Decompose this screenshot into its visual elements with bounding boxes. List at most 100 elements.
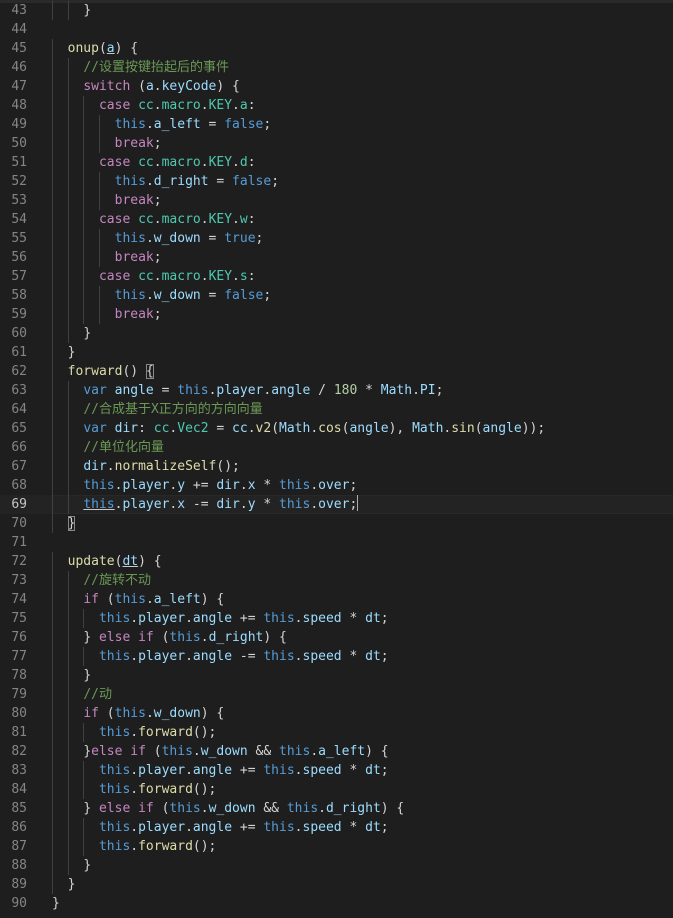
code-line[interactable]: 81 this.forward();	[0, 723, 673, 742]
code-line[interactable]: 44	[0, 20, 673, 39]
code-token: +=	[232, 820, 264, 835]
code-token: cc	[138, 98, 154, 113]
code-line[interactable]: 80 if (this.w_down) {	[0, 704, 673, 723]
code-line[interactable]: 85} else if (this.w_down && this.d_right…	[0, 799, 673, 818]
code-token: }	[83, 3, 92, 18]
code-line[interactable]: 68 this.player.y += dir.x * this.over;	[0, 476, 673, 495]
code-line[interactable]: 66 //单位化向量	[0, 438, 673, 457]
code-line[interactable]: 46 //设置按键抬起后的事件	[0, 58, 673, 77]
code-token: break	[114, 250, 154, 265]
indent-guide	[52, 343, 53, 362]
code-text: onup(a) {	[68, 39, 138, 58]
code-line[interactable]: 87 this.forward();	[0, 837, 673, 856]
line-number: 73	[11, 573, 27, 588]
code-line[interactable]: 72 update(dt) {	[0, 552, 673, 571]
code-line[interactable]: 58 this.w_down = false;	[0, 286, 673, 305]
indent-guide	[67, 742, 69, 761]
indent-guide	[52, 875, 53, 894]
code-token: case	[98, 155, 131, 170]
code-line[interactable]: 56 break;	[0, 248, 673, 267]
code-token: over	[318, 497, 350, 512]
indent-guide	[67, 476, 69, 495]
code-line[interactable]: 50 break;	[0, 134, 673, 153]
code-line[interactable]: 90}	[0, 894, 673, 913]
code-line[interactable]: 53 break;	[0, 191, 673, 210]
indent-guide	[67, 400, 69, 419]
code-line[interactable]: 71	[0, 533, 673, 552]
code-line[interactable]: 89}	[0, 875, 673, 894]
code-line[interactable]: 70}	[0, 514, 673, 533]
code-line[interactable]: 43}	[0, 1, 673, 20]
code-text: this.player.angle += this.speed * dt;	[99, 609, 389, 628]
code-line[interactable]: 88}	[0, 856, 673, 875]
code-line[interactable]: 60}	[0, 324, 673, 343]
code-text: case cc.macro.KEY.d:	[99, 153, 256, 172]
line-number: 55	[11, 231, 27, 246]
indent-guide	[52, 115, 53, 134]
code-token: else	[91, 744, 123, 759]
code-token: if	[83, 592, 99, 607]
code-line[interactable]: 55 this.w_down = true;	[0, 229, 673, 248]
code-line[interactable]: 62 forward() {	[0, 362, 673, 381]
code-text: }	[83, 324, 91, 343]
code-line[interactable]: 49 this.a_left = false;	[0, 115, 673, 134]
code-line[interactable]: 79 //动	[0, 685, 673, 704]
code-editor[interactable]: 43} 44 45 onup(a) {46//设置按键抬起后的事件 47 switch (…	[0, 0, 673, 918]
code-token: dir	[83, 459, 107, 474]
code-token: angle	[349, 421, 389, 436]
code-line[interactable]: 86 this.player.angle += this.speed * dt;	[0, 818, 673, 837]
code-token: this	[114, 174, 146, 189]
code-line[interactable]: 75 this.player.angle += this.speed * dt;	[0, 609, 673, 628]
code-line[interactable]: 64 //合成基于X正方向的方向向量	[0, 400, 673, 419]
code-line[interactable]: 69 this.player.x -= dir.y * this.over;	[0, 495, 673, 514]
indent-guide	[83, 647, 85, 666]
indent-guide	[67, 115, 69, 134]
code-text: this.w_down = true;	[115, 229, 264, 248]
code-line[interactable]: 45 onup(a) {	[0, 39, 673, 58]
code-token: this	[169, 801, 201, 816]
code-token: false	[232, 174, 272, 189]
code-token: this	[286, 801, 319, 816]
code-line[interactable]: 51 case cc.macro.KEY.d:	[0, 153, 673, 172]
code-line[interactable]: 82}else if (this.w_down && this.a_left) …	[0, 742, 673, 761]
code-line[interactable]: 57 case cc.macro.KEY.s:	[0, 267, 673, 286]
code-line[interactable]: 77 this.player.angle -= this.speed * dt;	[0, 647, 673, 666]
line-number: 48	[11, 98, 27, 113]
code-token: (	[474, 421, 483, 436]
code-token: +=	[232, 611, 264, 626]
code-token: =	[153, 383, 178, 398]
indent-guide	[98, 134, 100, 153]
code-token: .	[232, 212, 240, 227]
code-line[interactable]: 47 switch (a.keyCode) {	[0, 77, 673, 96]
indent-guide	[52, 229, 53, 248]
code-token: macro	[161, 155, 201, 170]
code-line[interactable]: 59 break;	[0, 305, 673, 324]
code-text: this.forward();	[99, 837, 216, 856]
code-line[interactable]: 73 //旋转不动	[0, 571, 673, 590]
code-line[interactable]: 52 this.d_right = false;	[0, 172, 673, 191]
code-line[interactable]: 74 if (this.a_left) {	[0, 590, 673, 609]
code-token: (	[98, 706, 115, 721]
code-line[interactable]: 78}	[0, 666, 673, 685]
code-token: .	[310, 744, 319, 759]
code-text: }	[52, 894, 60, 913]
code-line[interactable]: 63 var angle = this.player.angle / 180 * …	[0, 381, 673, 400]
code-line[interactable]: 48 case cc.macro.KEY.a:	[0, 96, 673, 115]
code-line[interactable]: 67 dir.normalizeSelf();	[0, 457, 673, 476]
indent-guide	[52, 609, 53, 628]
code-line[interactable]: 76} else if (this.d_right) {	[0, 628, 673, 647]
code-token: normalizeSelf	[114, 459, 217, 474]
code-token: true	[224, 231, 256, 246]
code-line[interactable]: 65 var dir: cc.Vec2 = cc.v2(Math.cos(angl…	[0, 419, 673, 438]
code-line[interactable]: 61}	[0, 343, 673, 362]
indent-guide	[83, 134, 85, 153]
code-token: x	[247, 478, 256, 493]
code-token: ;	[349, 497, 358, 512]
code-token: .	[412, 383, 420, 398]
code-token: ) {	[200, 592, 225, 607]
code-line[interactable]: 83 this.player.angle += this.speed * dt;	[0, 761, 673, 780]
code-line[interactable]: 54 case cc.macro.KEY.w:	[0, 210, 673, 229]
code-line[interactable]: 84 this.forward();	[0, 780, 673, 799]
indent-guide	[67, 685, 69, 704]
